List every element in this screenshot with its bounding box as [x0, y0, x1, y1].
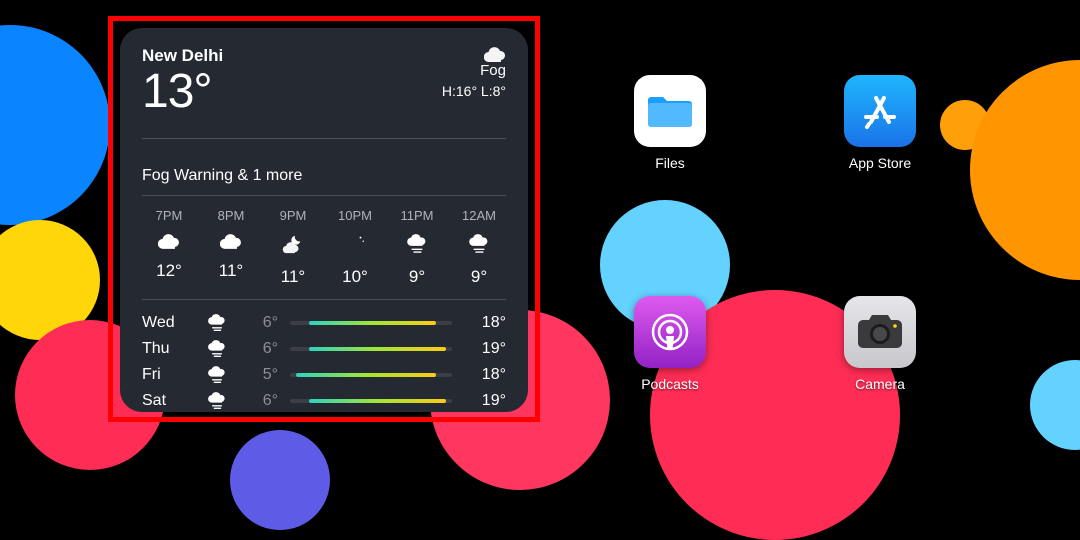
hour-time: 9PM: [280, 208, 307, 223]
app-files[interactable]: Files: [620, 75, 720, 171]
cloud-fog-icon: [196, 313, 238, 333]
hour-time: 8PM: [218, 208, 245, 223]
cloud-fog-icon: [468, 233, 490, 255]
weather-widget[interactable]: New Delhi 13° Fog H:16° L:8° Fog Warning…: [120, 28, 528, 412]
hour-temp: 11°: [281, 267, 305, 287]
moon-stars-icon: [344, 233, 366, 255]
divider: [142, 138, 506, 139]
daily-row: Wed 6° 18°: [142, 310, 506, 336]
weather-alert[interactable]: Fog Warning & 1 more: [142, 167, 506, 195]
cloud-fog-icon: [196, 365, 238, 385]
camera-icon: [844, 296, 916, 368]
hourly-item: 12AM 9°: [452, 208, 506, 287]
weather-hi-lo: H:16° L:8°: [442, 83, 506, 99]
app-label: Podcasts: [641, 376, 699, 392]
daily-forecast[interactable]: Wed 6° 18° Thu 6° 19° Fri 5° 18° Sat 6° 19°: [142, 300, 506, 414]
cloud-icon: [442, 46, 506, 62]
bokeh-circle: [1030, 360, 1080, 450]
day-high: 19°: [464, 340, 506, 358]
app-camera[interactable]: Camera: [830, 296, 930, 392]
day-name: Thu: [142, 340, 196, 358]
hour-temp: 12°: [156, 261, 182, 281]
bokeh-circle: [970, 60, 1080, 280]
daily-row: Fri 5° 18°: [142, 362, 506, 388]
hour-temp: 11°: [219, 261, 243, 281]
hourly-item: 7PM 12°: [142, 208, 196, 287]
podcasts-icon: [634, 296, 706, 368]
day-high: 19°: [464, 392, 506, 410]
app-podcasts[interactable]: Podcasts: [620, 296, 720, 392]
hourly-item: 10PM 10°: [328, 208, 382, 287]
weather-condition: Fog: [442, 62, 506, 79]
appstore-icon: [844, 75, 916, 147]
daily-row: Sat 6° 19°: [142, 388, 506, 414]
weather-current-temp: 13°: [142, 68, 223, 116]
day-low: 6°: [238, 340, 278, 358]
bokeh-circle: [0, 25, 110, 225]
hour-temp: 9°: [409, 267, 425, 287]
cloud-fog-icon: [196, 339, 238, 359]
app-label: Files: [655, 155, 685, 171]
app-appstore[interactable]: App Store: [830, 75, 930, 171]
day-name: Sat: [142, 392, 196, 410]
cloud-fog-icon: [406, 233, 428, 255]
day-low: 6°: [238, 392, 278, 410]
temp-range-bar: [290, 321, 452, 325]
cloud-fog-icon: [196, 391, 238, 411]
hour-time: 10PM: [338, 208, 372, 223]
hourly-item: 9PM 11°: [266, 208, 320, 287]
day-low: 6°: [238, 314, 278, 332]
temp-range-bar: [290, 399, 452, 403]
weather-location: New Delhi: [142, 46, 223, 66]
hour-time: 11PM: [401, 208, 434, 223]
hourly-forecast[interactable]: 7PM 12° 8PM 11° 9PM 11° 10PM 10° 11PM 9° 12AM 9°: [142, 196, 506, 299]
bokeh-circle: [230, 430, 330, 530]
day-name: Fri: [142, 366, 196, 384]
app-label: App Store: [849, 155, 911, 171]
hour-time: 7PM: [156, 208, 183, 223]
hourly-item: 11PM 9°: [390, 208, 444, 287]
day-high: 18°: [464, 314, 506, 332]
app-label: Camera: [855, 376, 905, 392]
temp-range-bar: [290, 373, 452, 377]
cloud-icon: [220, 233, 242, 249]
hour-temp: 9°: [471, 267, 487, 287]
cloud-moon-icon: [282, 233, 304, 255]
day-high: 18°: [464, 366, 506, 384]
files-icon: [634, 75, 706, 147]
hourly-item: 8PM 11°: [204, 208, 258, 287]
hour-time: 12AM: [462, 208, 496, 223]
day-low: 5°: [238, 366, 278, 384]
temp-range-bar: [290, 347, 452, 351]
cloud-icon: [158, 233, 180, 249]
hour-temp: 10°: [342, 267, 368, 287]
daily-row: Thu 6° 19°: [142, 336, 506, 362]
day-name: Wed: [142, 314, 196, 332]
